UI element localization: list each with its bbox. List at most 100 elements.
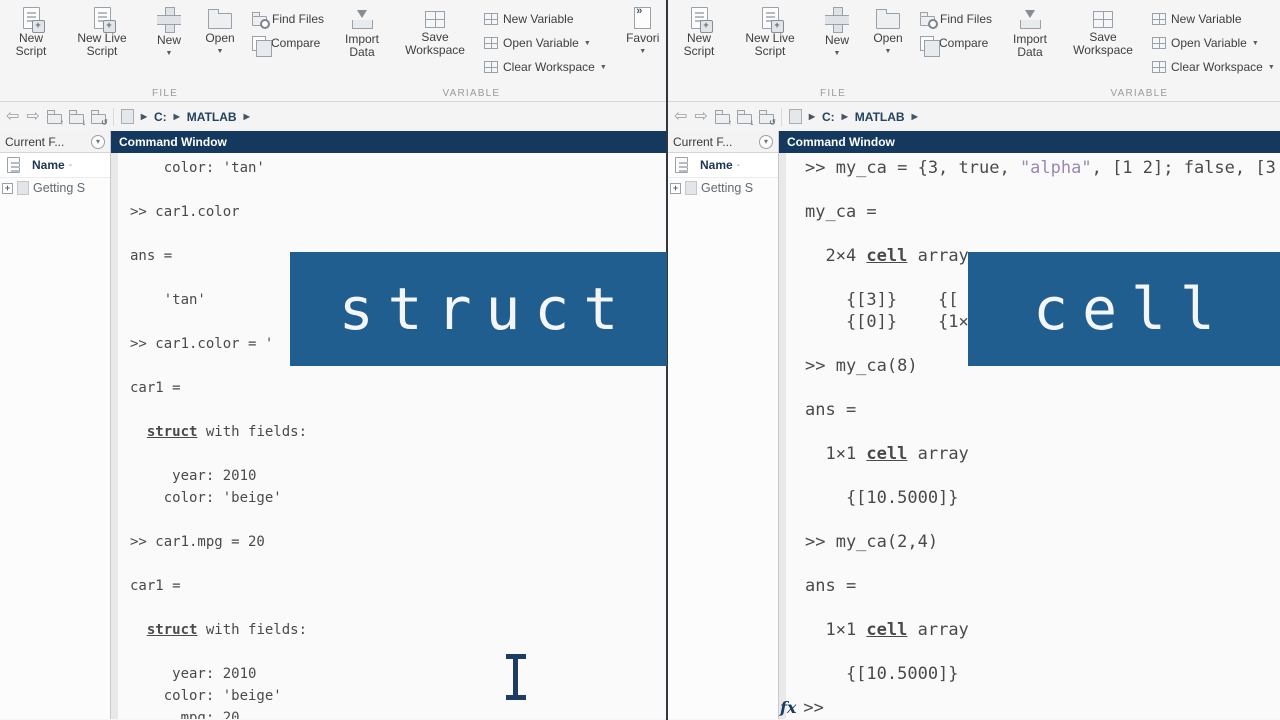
console-line — [130, 597, 666, 619]
breadcrumb-drive[interactable]: C: — [822, 110, 835, 124]
console-text-segment: ans = — [130, 248, 172, 264]
console-text-segment: with fields: — [197, 622, 307, 638]
up-folder-button[interactable]: ↑ — [47, 114, 62, 124]
open-variable-button[interactable]: Open Variable ▼ — [1152, 32, 1275, 54]
address-bar: ⇦ ⇨ ↑ ↓ ↺ ▶ C: ▶ MATLAB ▶ — [0, 102, 666, 131]
sidebar-item-label: Getting S — [701, 181, 753, 195]
new-script-button[interactable]: New Script — [8, 5, 54, 58]
panel-menu-icon[interactable]: ▾ — [91, 135, 105, 149]
command-prompt: >> — [803, 698, 823, 718]
console-line — [805, 465, 1280, 487]
import-data-button[interactable]: Import Data — [1006, 5, 1054, 59]
clear-workspace-icon — [1152, 61, 1166, 73]
browse-folder-button[interactable]: ↺ — [91, 114, 106, 124]
new-live-script-button[interactable]: New Live Script — [64, 5, 140, 58]
ribbon-section-file: New Script New Live Script New ▼ Open ▼ … — [668, 0, 998, 101]
cloud-folder-button[interactable]: ↓ — [69, 114, 84, 124]
find-files-button[interactable]: Find Files — [252, 8, 324, 30]
console-text-segment: cell — [866, 246, 907, 266]
expand-icon[interactable]: + — [2, 183, 13, 194]
compare-button[interactable]: Compare — [920, 32, 992, 54]
fx-function-hint-icon[interactable]: fx — [780, 698, 796, 717]
new-variable-button[interactable]: New Variable — [484, 8, 607, 30]
name-column-header[interactable]: Name - — [0, 153, 110, 178]
text-cursor-ibeam — [505, 654, 527, 700]
console-line — [805, 597, 1280, 619]
new-label: New — [825, 34, 849, 47]
command-window-titlebar[interactable]: Command Window — [779, 131, 1280, 153]
refresh-badge: ↺ — [769, 118, 776, 127]
new-script-button[interactable]: New Script — [676, 5, 722, 58]
clear-workspace-button[interactable]: Clear Workspace ▼ — [484, 56, 607, 78]
breadcrumb-folder[interactable]: MATLAB — [855, 110, 905, 124]
toolstrip-ribbon: New Script New Live Script New ▼ Open ▼ … — [668, 0, 1280, 102]
expand-icon[interactable]: + — [670, 183, 681, 194]
breadcrumb-folder[interactable]: MATLAB — [187, 110, 237, 124]
down-arrow-badge: ↓ — [750, 118, 754, 127]
new-live-script-button[interactable]: New Live Script — [732, 5, 808, 58]
console-text-segment: car1 = — [130, 380, 181, 396]
breadcrumb-arrow-icon: ▶ — [244, 112, 250, 121]
cell-label-overlay: cell — [968, 252, 1280, 366]
import-data-label: Import Data — [338, 33, 386, 59]
new-script-icon — [23, 7, 40, 29]
command-window-console[interactable]: >> my_ca = {3, true, "alpha", [1 2]; fal… — [779, 153, 1280, 719]
new-label: New — [157, 34, 181, 47]
browse-folder-button[interactable]: ↺ — [759, 114, 774, 124]
console-text-segment: 'tan' — [130, 292, 206, 308]
addressbar-separator — [113, 108, 114, 126]
console-line: {[10.5000]} — [805, 663, 1280, 685]
sidebar-item-getting-started[interactable]: + Getting S — [0, 178, 110, 198]
new-dropdown-button[interactable]: New ▼ — [150, 5, 188, 57]
find-files-icon — [252, 16, 267, 26]
save-workspace-button[interactable]: Save Workspace — [396, 5, 474, 57]
up-arrow-badge: ↑ — [728, 118, 732, 127]
console-text-segment: ans = — [805, 576, 856, 596]
new-dropdown-button[interactable]: New ▼ — [818, 5, 856, 57]
save-workspace-label: Save Workspace — [1064, 31, 1142, 57]
forward-button[interactable]: ⇨ — [694, 109, 707, 125]
panel-menu-icon[interactable]: ▾ — [759, 135, 773, 149]
variable-section-label: VARIABLE — [330, 88, 613, 99]
command-window-console[interactable]: color: 'tan' >> car1.color ans = 'tan' >… — [111, 153, 666, 719]
back-button[interactable]: ⇦ — [674, 109, 687, 125]
name-column-header[interactable]: Name - — [668, 153, 778, 178]
clear-workspace-button[interactable]: Clear Workspace ▼ — [1152, 56, 1275, 78]
cloud-folder-button[interactable]: ↓ — [737, 114, 752, 124]
new-variable-button[interactable]: New Variable — [1152, 8, 1275, 30]
compare-label: Compare — [939, 36, 988, 50]
current-folder-header[interactable]: Current F... ▾ — [668, 131, 778, 153]
console-line — [805, 553, 1280, 575]
console-line: car1 = — [130, 377, 666, 399]
import-data-button[interactable]: Import Data — [338, 5, 386, 59]
variable-section-label: VARIABLE — [998, 88, 1280, 99]
find-files-button[interactable]: Find Files — [920, 8, 992, 30]
command-window-titlebar[interactable]: Command Window — [111, 131, 666, 153]
back-button[interactable]: ⇦ — [6, 109, 19, 125]
open-variable-label: Open Variable — [1171, 36, 1247, 50]
save-workspace-button[interactable]: Save Workspace — [1064, 5, 1142, 57]
open-dropdown-button[interactable]: Open ▼ — [198, 5, 242, 55]
console-text-segment: 2×4 — [805, 246, 866, 266]
console-text-segment: >> car1.mpg = 20 — [130, 534, 265, 550]
current-folder-header[interactable]: Current F... ▾ — [0, 131, 110, 153]
clear-workspace-icon — [484, 61, 498, 73]
compare-icon — [920, 36, 934, 51]
forward-button[interactable]: ⇨ — [26, 109, 39, 125]
compare-button[interactable]: Compare — [252, 32, 324, 54]
console-line — [130, 509, 666, 531]
console-line — [130, 399, 666, 421]
sidebar-item-getting-started[interactable]: + Getting S — [668, 178, 778, 198]
variable-small-buttons: New Variable Open Variable ▼ Clear Works… — [1152, 5, 1275, 78]
current-folder-panel: Current F... ▾ Name - + Getting S — [668, 131, 779, 719]
chevron-down-icon: ▼ — [1252, 40, 1259, 47]
favorites-button[interactable]: Favori ▼ — [621, 5, 665, 55]
breadcrumb-drive[interactable]: C: — [154, 110, 167, 124]
command-window-panel: Command Window color: 'tan' >> car1.colo… — [111, 131, 666, 719]
up-folder-button[interactable]: ↑ — [715, 114, 730, 124]
open-dropdown-button[interactable]: Open ▼ — [866, 5, 910, 55]
chevron-down-icon: ▼ — [166, 50, 173, 57]
console-text-segment: year: 2010 — [130, 666, 256, 682]
file-icon — [675, 157, 688, 173]
open-variable-button[interactable]: Open Variable ▼ — [484, 32, 607, 54]
